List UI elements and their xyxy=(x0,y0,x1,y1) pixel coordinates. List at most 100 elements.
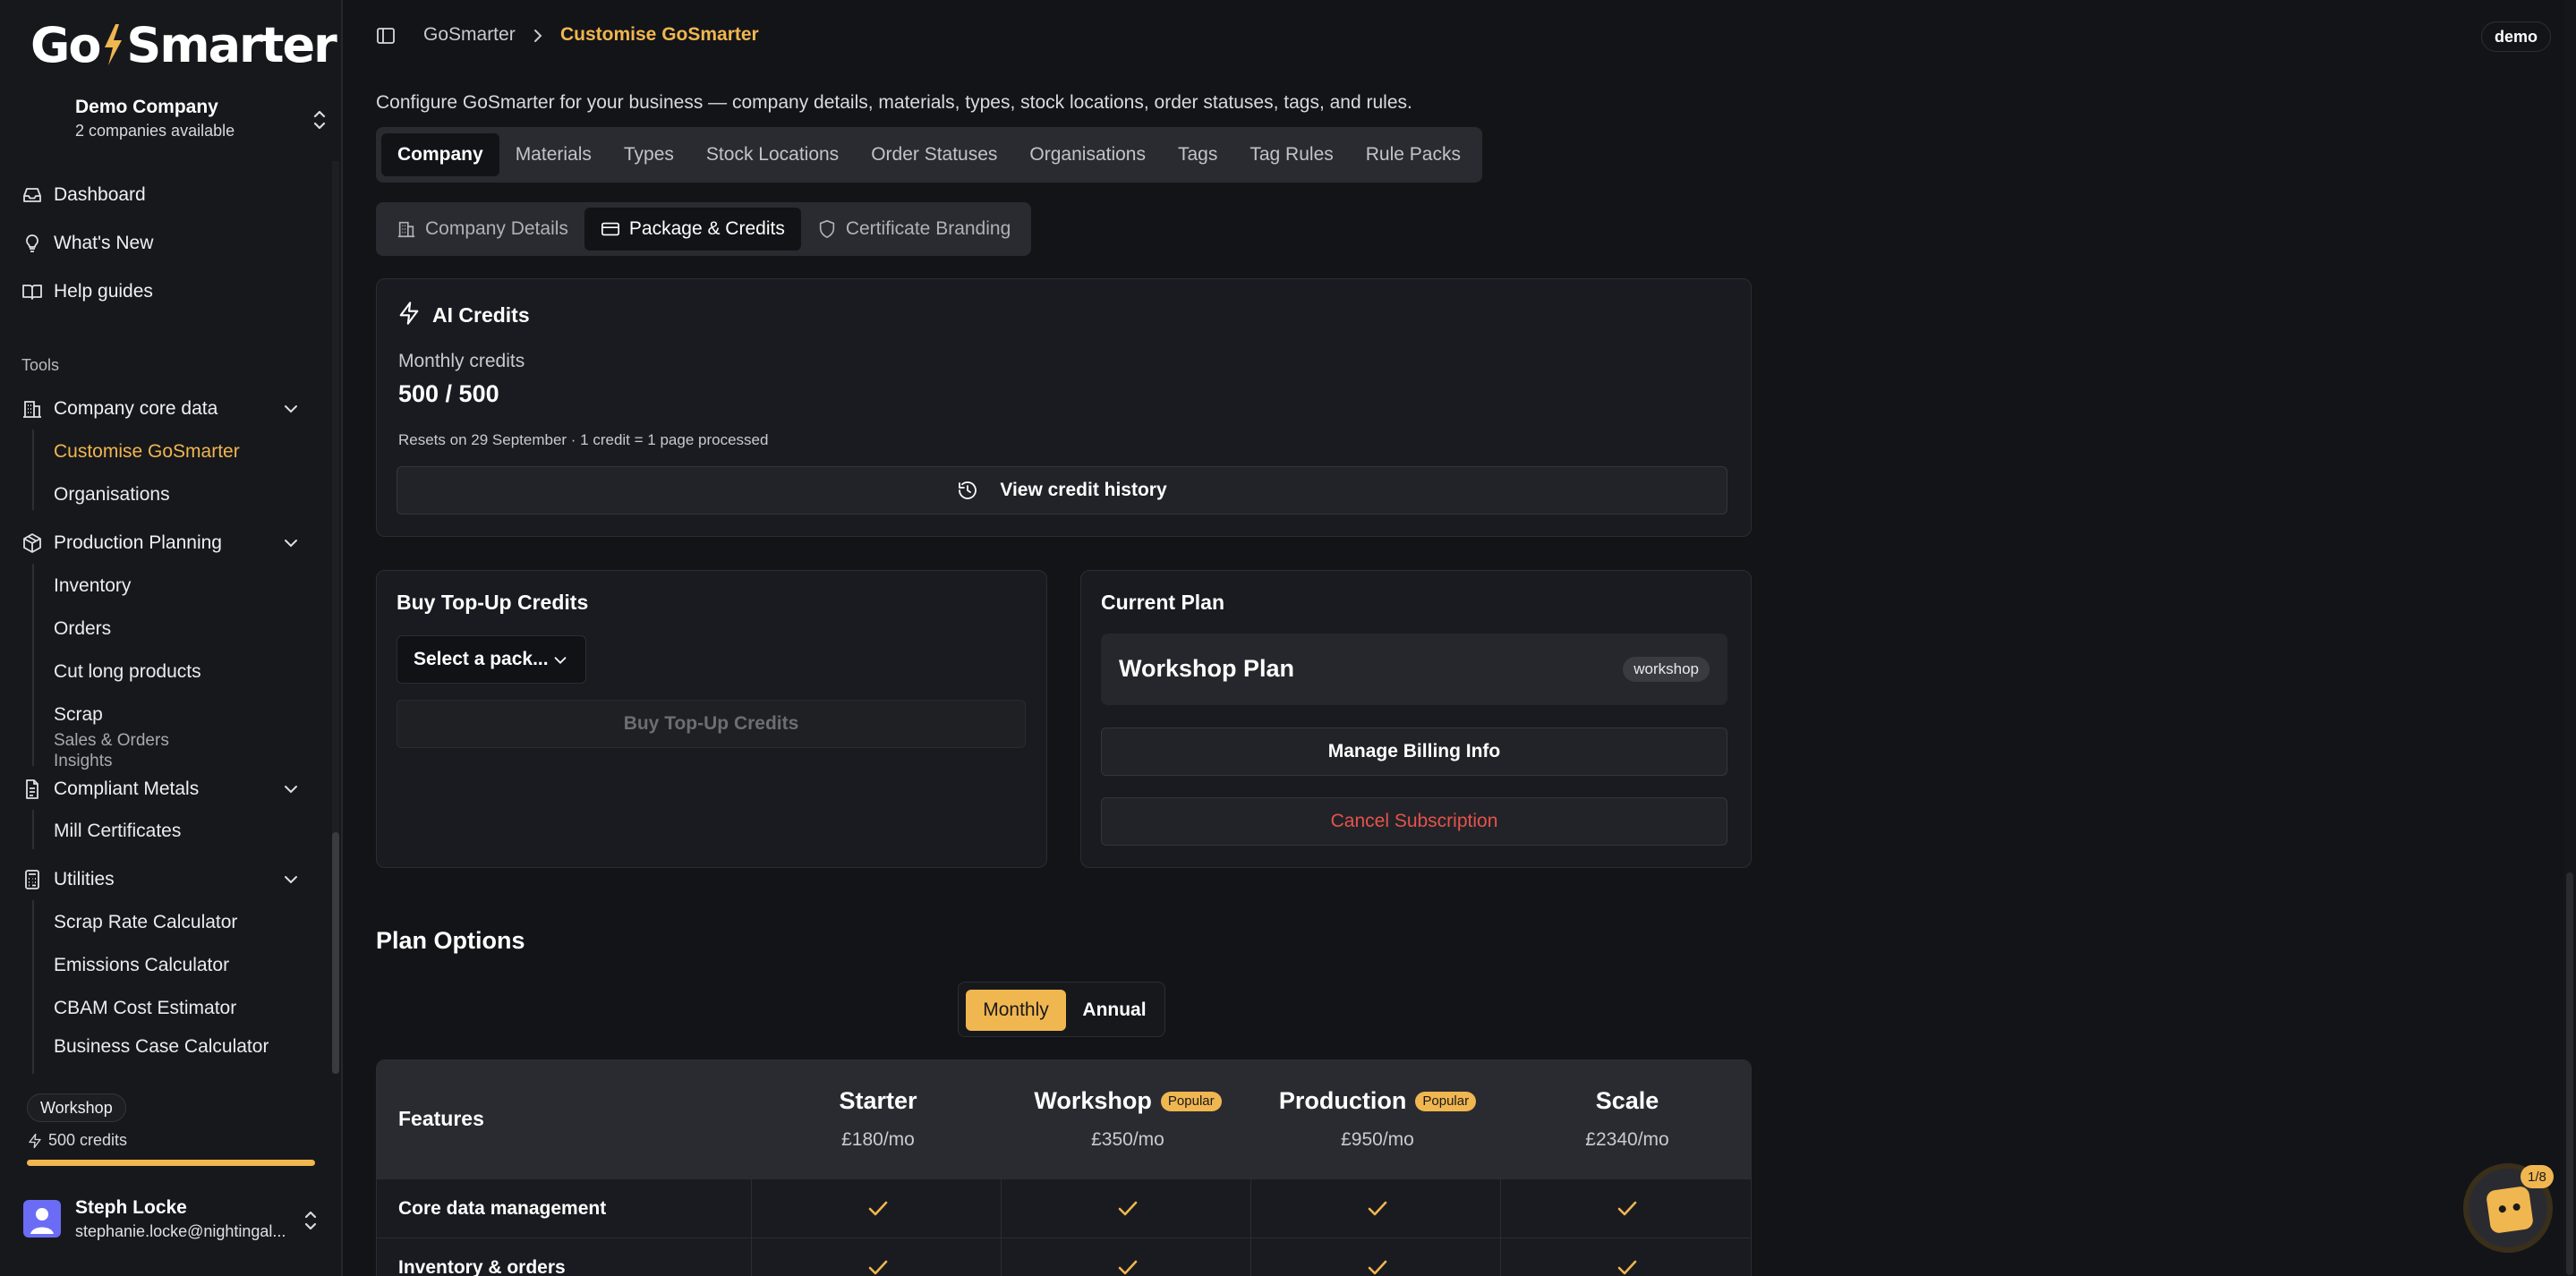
subnav-line xyxy=(32,430,34,510)
book-open-icon xyxy=(21,281,43,302)
tab-tag-rules[interactable]: Tag Rules xyxy=(1233,133,1349,176)
user-avatar-icon xyxy=(30,1208,54,1234)
sidebar-item-insights[interactable]: Insights xyxy=(54,752,112,771)
avatar xyxy=(23,1200,61,1238)
company-count: 2 companies available xyxy=(75,122,235,140)
subtab-certificate-branding[interactable]: Certificate Branding xyxy=(801,208,1027,251)
plan-name: Scale xyxy=(1595,1087,1659,1114)
sidebar-item-scrap[interactable]: Scrap xyxy=(54,700,103,730)
ai-credits-card: AI Credits Monthly credits 500 / 500 Res… xyxy=(376,278,1752,537)
sidebar-scrollbar-thumb[interactable] xyxy=(332,832,339,1074)
tab-rule-packs[interactable]: Rule Packs xyxy=(1350,133,1477,176)
package-icon xyxy=(21,532,43,554)
plan-price: £2340/mo xyxy=(1585,1129,1669,1150)
sidebar-item-inventory[interactable]: Inventory xyxy=(54,571,131,601)
billing-period-toggle: Monthly Annual xyxy=(958,982,1165,1037)
sidebar-item-emissions-calculator[interactable]: Emissions Calculator xyxy=(54,950,229,981)
sidebar-group-label: Production Planning xyxy=(54,532,222,553)
sidebar-group-compliant-metals[interactable]: Compliant Metals xyxy=(21,771,317,807)
page-scrollbar[interactable] xyxy=(2563,0,2576,1276)
manage-billing-button[interactable]: Manage Billing Info xyxy=(1101,727,1727,776)
monthly-credits-value: 500 / 500 xyxy=(398,380,499,407)
ai-credits-title: AI Credits xyxy=(432,303,530,327)
breadcrumb-root[interactable]: GoSmarter xyxy=(423,24,516,46)
sidebar-group-label: Company core data xyxy=(54,398,218,419)
credits-progress-fill xyxy=(27,1160,315,1166)
user-menu[interactable]: Steph Locke stephanie.locke@nightingal..… xyxy=(23,1195,319,1247)
table-header: Features Starter £180/mo Workshop Popular… xyxy=(377,1060,1751,1178)
chevrons-up-down-icon xyxy=(304,1211,317,1230)
shield-icon xyxy=(817,219,837,239)
sidebar-item-customise-gosmarter[interactable]: Customise GoSmarter xyxy=(54,437,240,467)
tab-order-statuses[interactable]: Order Statuses xyxy=(855,133,1013,176)
top-up-title: Buy Top-Up Credits xyxy=(397,591,589,614)
buy-top-up-button[interactable]: Buy Top-Up Credits xyxy=(397,700,1026,748)
sidebar-item-cut-long-products[interactable]: Cut long products xyxy=(54,657,201,687)
company-switcher[interactable]: Demo Company 2 companies available xyxy=(75,97,328,143)
sidebar-item-orders[interactable]: Orders xyxy=(54,614,111,644)
sidebar-item-mill-certificates[interactable]: Mill Certificates xyxy=(54,816,181,846)
user-email: stephanie.locke@nightingal... xyxy=(75,1222,286,1240)
popular-badge: Popular xyxy=(1160,1091,1222,1111)
lightbulb-icon xyxy=(21,233,43,254)
tab-materials[interactable]: Materials xyxy=(499,133,608,176)
calculator-icon xyxy=(21,869,43,890)
mascot-eye xyxy=(2512,1203,2521,1212)
subnav-line xyxy=(32,810,34,849)
plan-price: £180/mo xyxy=(841,1129,915,1150)
toggle-annual[interactable]: Annual xyxy=(1070,990,1159,1031)
top-up-card: Buy Top-Up Credits Select a pack... Buy … xyxy=(376,570,1047,868)
sidebar-toggle-icon[interactable] xyxy=(375,25,397,47)
check-icon xyxy=(868,1201,888,1216)
current-plan-title: Current Plan xyxy=(1101,591,1225,614)
subtab-label: Certificate Branding xyxy=(845,218,1011,239)
tab-organisations[interactable]: Organisations xyxy=(1013,133,1162,176)
top-up-pack-select[interactable]: Select a pack... xyxy=(397,635,586,684)
subtab-package-credits[interactable]: Package & Credits xyxy=(584,208,801,251)
sidebar-item-sales-orders[interactable]: Sales & Orders xyxy=(54,730,169,752)
cancel-subscription-button[interactable]: Cancel Subscription xyxy=(1101,797,1727,846)
sidebar-item-cbam-cost-estimator[interactable]: CBAM Cost Estimator xyxy=(54,993,236,1024)
button-label: View credit history xyxy=(1000,480,1167,500)
onboarding-helper-button[interactable]: 1/8 xyxy=(2463,1163,2554,1253)
tab-types[interactable]: Types xyxy=(608,133,690,176)
sidebar-item-help-guides[interactable]: Help guides xyxy=(21,274,317,310)
sidebar-group-utilities[interactable]: Utilities xyxy=(21,862,317,897)
breadcrumb-current: Customise GoSmarter xyxy=(560,24,759,45)
sidebar-item-label: Help guides xyxy=(54,281,153,302)
gosmarter-logo[interactable]: Go Smarter xyxy=(30,17,337,73)
chevrons-up-down-icon xyxy=(313,110,326,130)
credits-label: 500 credits xyxy=(48,1131,128,1149)
features-header: Features xyxy=(398,1107,484,1130)
main-tabs: Company Materials Types Stock Locations … xyxy=(376,127,1482,183)
sidebar-group-company-core-data[interactable]: Company core data xyxy=(21,391,317,427)
sidebar-item-label: Dashboard xyxy=(54,184,146,205)
tab-stock-locations[interactable]: Stock Locations xyxy=(690,133,855,176)
plan-column-starter: Starter £180/mo xyxy=(753,1087,1003,1151)
chevron-down-icon xyxy=(285,405,297,413)
table-row: Inventory & orders xyxy=(377,1238,1751,1276)
sidebar-nav: Dashboard What's New Help guides Tools C… xyxy=(0,161,331,1074)
subtab-company-details[interactable]: Company Details xyxy=(380,208,584,251)
credits-indicator: 500 credits xyxy=(27,1131,127,1150)
view-credit-history-button[interactable]: View credit history xyxy=(397,466,1727,515)
subnav-line xyxy=(32,564,34,766)
sidebar-group-production-planning[interactable]: Production Planning xyxy=(21,525,317,561)
chevron-right-icon xyxy=(534,30,542,42)
page-scrollbar-thumb[interactable] xyxy=(2566,872,2573,1275)
history-icon xyxy=(959,481,977,499)
tab-company[interactable]: Company xyxy=(381,133,499,176)
sidebar-item-whats-new[interactable]: What's New xyxy=(21,225,317,261)
sidebar-scrollbar[interactable] xyxy=(332,161,339,1074)
sidebar-item-dashboard[interactable]: Dashboard xyxy=(21,177,317,213)
company-name: Demo Company xyxy=(75,97,218,117)
chevron-down-icon xyxy=(285,540,297,548)
sidebar-item-business-case-calculator[interactable]: Business Case Calculator xyxy=(54,1036,269,1058)
toggle-monthly[interactable]: Monthly xyxy=(966,990,1066,1031)
sidebar-item-scrap-rate-calculator[interactable]: Scrap Rate Calculator xyxy=(54,907,237,938)
tab-tags[interactable]: Tags xyxy=(1162,133,1233,176)
credits-reset-note: Resets on 29 September · 1 credit = 1 pa… xyxy=(398,431,769,448)
check-icon xyxy=(1617,1260,1637,1275)
sidebar-item-organisations[interactable]: Organisations xyxy=(54,480,170,510)
plan-badge: workshop xyxy=(1623,657,1710,682)
